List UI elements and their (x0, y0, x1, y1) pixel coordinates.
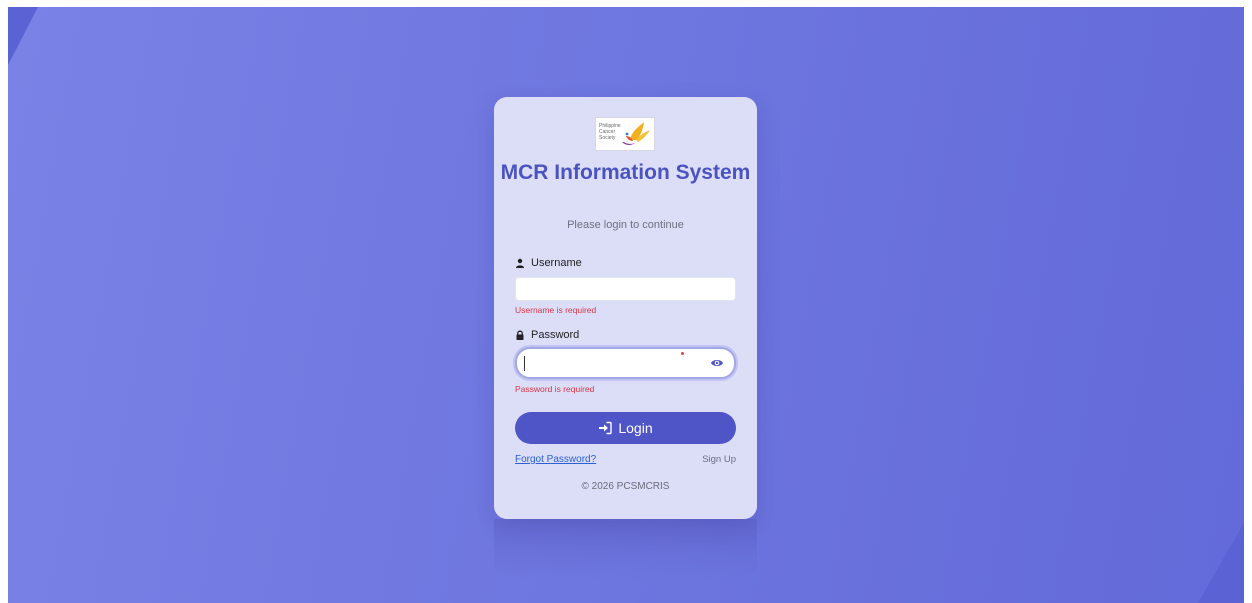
card-shadow (494, 519, 757, 579)
sign-in-icon (599, 421, 613, 435)
login-card: Philippine Cancer Society MCR Informatio… (494, 97, 757, 519)
page-background: Philippine Cancer Society MCR Informatio… (8, 7, 1244, 603)
page-subtitle: Please login to continue (567, 219, 684, 231)
username-error: Username is required (515, 305, 597, 315)
forgot-password-link[interactable]: Forgot Password? (515, 454, 596, 465)
password-field[interactable] (515, 347, 736, 379)
phoenix-logo-icon (622, 122, 650, 145)
input-indicator-dot (681, 352, 684, 355)
background-corner-decoration (1198, 523, 1244, 603)
user-icon (516, 258, 524, 268)
username-input[interactable] (516, 278, 735, 300)
copyright-footer: © 2026 PCSMCRIS (581, 481, 670, 492)
organization-logo: Philippine Cancer Society (595, 117, 655, 151)
page-title: MCR Information System (500, 161, 751, 184)
password-label: Password (531, 329, 580, 341)
password-label-row: Password (515, 329, 579, 341)
text-cursor (524, 356, 525, 371)
username-label-row: Username (515, 257, 582, 269)
lock-icon (516, 330, 524, 340)
login-button[interactable]: Login (515, 412, 736, 444)
username-label: Username (531, 257, 582, 269)
eye-icon[interactable] (710, 356, 724, 370)
password-input[interactable] (517, 349, 707, 377)
background-corner-decoration (8, 7, 38, 65)
username-field[interactable] (515, 277, 736, 301)
password-error: Password is required (515, 384, 595, 394)
sign-up-link[interactable]: Sign Up (702, 454, 736, 465)
login-button-label: Login (618, 420, 653, 436)
